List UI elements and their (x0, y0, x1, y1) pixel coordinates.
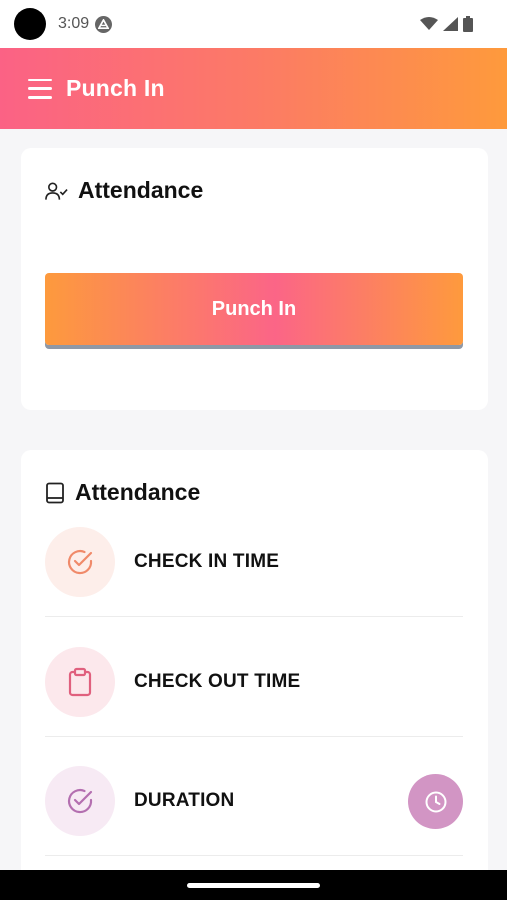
divider (45, 855, 463, 856)
list-item-check-in: CHECK IN TIME (45, 527, 463, 597)
divider (45, 616, 463, 617)
check-circle-icon (67, 788, 93, 814)
camera-cutout (14, 8, 46, 40)
menu-icon[interactable] (28, 78, 52, 99)
battery-icon (463, 16, 473, 32)
check-out-label: CHECK OUT TIME (134, 671, 301, 692)
punch-in-button[interactable]: Punch In (45, 273, 463, 345)
home-indicator[interactable] (187, 883, 320, 888)
clock-icon (425, 791, 446, 812)
notification-icon (95, 15, 113, 33)
attendance-card-header: Attendance (21, 450, 488, 506)
book-icon (46, 482, 64, 503)
duration-icon-badge (45, 766, 115, 836)
punch-card: Attendance Punch In (21, 148, 488, 410)
duration-label: DURATION (134, 790, 235, 811)
system-nav-bar (0, 870, 507, 900)
user-check-icon (45, 182, 68, 200)
check-circle-icon (67, 549, 93, 575)
signal-icon (443, 17, 458, 31)
punch-card-title: Attendance (78, 177, 204, 203)
divider (45, 736, 463, 737)
app-title: Punch In (66, 75, 165, 101)
wifi-icon (420, 17, 438, 30)
clipboard-icon (68, 667, 92, 697)
check-in-icon-badge (45, 527, 115, 597)
check-in-label: CHECK IN TIME (134, 551, 280, 572)
status-icons (420, 16, 473, 32)
app-bar: Punch In (0, 48, 507, 129)
status-time: 3:09 (58, 15, 90, 32)
punch-card-header: Attendance (21, 148, 488, 204)
status-bar: 3:09 (0, 0, 507, 48)
check-out-icon-badge (45, 647, 115, 717)
attendance-card-title: Attendance (75, 479, 201, 505)
list-item-duration: DURATION (45, 766, 463, 836)
list-item-check-out: CHECK OUT TIME (45, 647, 463, 717)
clock-fab-button[interactable] (408, 774, 463, 829)
